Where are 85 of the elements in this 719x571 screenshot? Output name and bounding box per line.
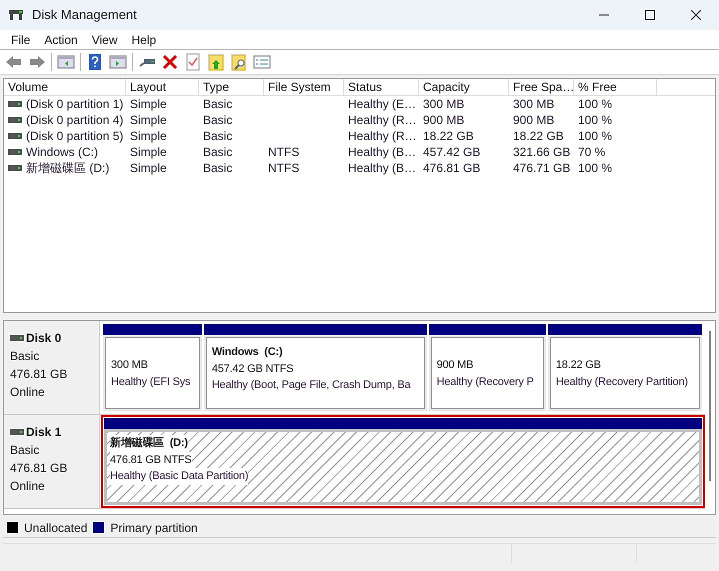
table-cell-text: Basic — [203, 96, 232, 113]
table-cell-text: (Disk 0 partition 1) — [26, 96, 124, 113]
drive-icon — [8, 117, 22, 123]
table-cell-text: (Disk 0 partition 5) — [26, 128, 124, 145]
table-cell-text: 457.42 GB — [423, 144, 480, 161]
properties-icon[interactable] — [253, 53, 271, 71]
table-cell-text: Basic — [203, 160, 232, 177]
help-icon[interactable] — [86, 53, 104, 71]
menu-item[interactable]: View — [84, 30, 124, 48]
table-cell-text: 900 MB — [423, 112, 464, 129]
table-cell-text: 300 MB — [513, 96, 554, 113]
disk-type: Basic — [10, 442, 40, 459]
table-cell-text: 18.22 GB — [513, 128, 564, 145]
column-header[interactable]: % Free — [574, 79, 657, 95]
table-cell-text: Healthy (R… — [348, 112, 417, 129]
menu-item[interactable]: File — [4, 30, 38, 48]
partition-status: Healthy (Boot, Page File, Crash Dump, Ba — [212, 377, 410, 394]
table-cell-text: Simple — [130, 96, 167, 113]
table-cell-text: 300 MB — [423, 96, 464, 113]
column-header[interactable]: Layout — [126, 79, 199, 95]
legend-label: Unallocated — [24, 520, 88, 536]
drive-icon — [10, 335, 24, 341]
partition-title: Windows (C:) — [212, 344, 282, 360]
table-cell-text: 100 % — [578, 96, 612, 113]
panel-icon[interactable] — [109, 53, 127, 71]
table-cell-text: 100 % — [578, 112, 612, 129]
table-cell-text: Basic — [203, 128, 232, 145]
table-cell-text: Healthy (E… — [348, 96, 416, 113]
folder-up-icon[interactable] — [207, 53, 225, 71]
folder-search-icon[interactable] — [230, 53, 248, 71]
table-cell-text: 100 % — [578, 128, 612, 145]
drive-icon — [8, 133, 22, 139]
table-cell-text: 100 % — [578, 160, 612, 177]
drive-icon — [10, 429, 24, 435]
back-arrow-icon[interactable] — [5, 53, 23, 71]
drive-icon — [8, 101, 22, 107]
table-cell-text: Simple — [130, 160, 167, 177]
column-header[interactable]: Capacity — [419, 79, 509, 95]
disk-name: Disk 1 — [26, 424, 62, 441]
menu-item[interactable]: Help — [124, 30, 164, 48]
table-cell-text: Simple — [130, 144, 167, 161]
disk-status: Online — [10, 384, 46, 401]
disk-type: Basic — [10, 348, 40, 365]
disk-size: 476.81 GB — [10, 460, 68, 477]
table-cell-text: 70 % — [578, 144, 606, 161]
partition-title: 新增磁碟區 (D:) — [110, 435, 188, 452]
delete-icon[interactable] — [161, 53, 179, 71]
table-cell-text: 900 MB — [513, 112, 554, 129]
column-header[interactable]: Volume — [4, 79, 126, 95]
drive-icon — [8, 149, 22, 155]
table-cell-text: Healthy (B… — [348, 144, 416, 161]
table-cell-text: Simple — [130, 112, 167, 129]
table-cell-text: Simple — [130, 128, 167, 145]
table-cell-text: 18.22 GB — [423, 128, 474, 145]
disk-name: Disk 0 — [26, 330, 62, 347]
table-cell-text: Healthy (R… — [348, 128, 417, 145]
legend-label: Primary partition — [110, 520, 198, 536]
disk-size: 476.81 GB — [10, 366, 68, 383]
table-cell-text: NTFS — [268, 160, 300, 177]
column-header[interactable]: Status — [344, 79, 419, 95]
forward-arrow-icon[interactable] — [28, 53, 46, 71]
partition-size: 476.81 GB NTFS — [110, 452, 192, 468]
table-cell-text: Basic — [203, 144, 232, 161]
table-cell-text: 476.71 GB — [513, 160, 570, 177]
partition-status: Healthy (Basic Data Partition) — [110, 468, 248, 484]
drive-icon — [8, 165, 22, 171]
window-title: Disk Management — [32, 6, 137, 24]
table-cell-text: Windows (C:) — [26, 144, 98, 161]
table-cell-text: Healthy (B… — [348, 160, 416, 177]
checklist-icon[interactable] — [184, 53, 202, 71]
disk-status: Online — [10, 478, 46, 495]
column-header[interactable]: Free Spa… — [509, 79, 574, 95]
panel-icon[interactable] — [57, 53, 75, 71]
table-cell-text: NTFS — [268, 144, 300, 161]
table-cell-text: (Disk 0 partition 4) — [26, 112, 124, 129]
table-cell-text: 476.81 GB — [423, 160, 480, 177]
table-cell-text: 321.66 GB — [513, 144, 570, 161]
menu-item[interactable]: Action — [37, 30, 85, 48]
column-header[interactable]: File System — [264, 79, 344, 95]
maximize-icon — [645, 10, 655, 20]
column-header[interactable]: Type — [199, 79, 264, 95]
table-cell-text: 新增磁碟區 (D:) — [26, 160, 110, 177]
close-icon — [691, 10, 701, 20]
table-cell-text: Basic — [203, 112, 232, 129]
app-icon — [8, 8, 24, 22]
